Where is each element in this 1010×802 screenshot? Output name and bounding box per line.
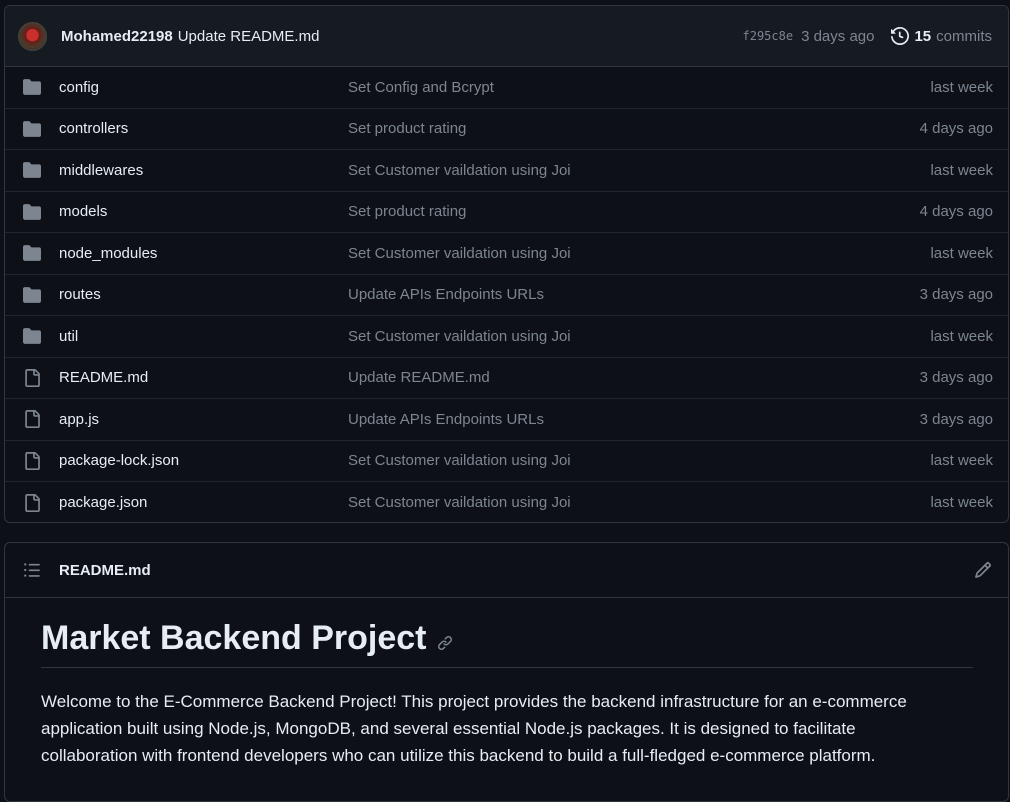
- file-commit-time: 4 days ago: [919, 203, 993, 221]
- file-row[interactable]: middlewares Set Customer vaildation using…: [5, 150, 1008, 192]
- file-row[interactable]: package.json Set Customer vaildation usin…: [5, 482, 1008, 522]
- file-commit-time: last week: [930, 244, 993, 262]
- commits-label[interactable]: commits: [936, 28, 992, 45]
- file-commit-time: 3 days ago: [919, 410, 993, 428]
- readme-panel: README.md Market Backend Project Welcome…: [4, 542, 1009, 802]
- pencil-icon[interactable]: [974, 561, 992, 579]
- file-commit-message[interactable]: Set Config and Bcrypt: [348, 79, 494, 96]
- file-commit-time: last week: [930, 452, 993, 470]
- folder-icon: [23, 78, 41, 96]
- folder-icon: [23, 161, 41, 179]
- list-icon[interactable]: [23, 561, 41, 579]
- file-name-link[interactable]: package-lock.json: [59, 452, 179, 469]
- file-commit-time: last week: [930, 327, 993, 345]
- file-name-link[interactable]: README.md: [59, 369, 148, 386]
- file-row[interactable]: config Set Config and Bcrypt last week: [5, 67, 1008, 109]
- history-icon[interactable]: [891, 27, 910, 45]
- file-commit-time: 3 days ago: [919, 286, 993, 304]
- file-row[interactable]: package-lock.json Set Customer vaildation…: [5, 441, 1008, 482]
- file-commit-time: last week: [930, 161, 993, 179]
- avatar[interactable]: [18, 21, 47, 51]
- latest-commit-bar: Mohamed22198 Update README.md f295c8e 3 …: [5, 6, 1008, 67]
- file-commit-message[interactable]: Set Customer vaildation using Joi: [348, 452, 571, 469]
- folder-icon: [23, 286, 41, 304]
- file-commit-time: last week: [930, 78, 993, 96]
- folder-icon: [23, 203, 41, 221]
- file-row[interactable]: node_modules Set Customer vaildation usin…: [5, 233, 1008, 275]
- link-icon[interactable]: [437, 635, 453, 651]
- file-commit-message[interactable]: Update APIs Endpoints URLs: [348, 286, 544, 303]
- folder-icon: [23, 327, 41, 345]
- readme-paragraph-line: application built using Node.js, MongoDB…: [41, 719, 856, 739]
- file-commit-message[interactable]: Set product rating: [348, 203, 466, 220]
- file-row[interactable]: routes Update APIs Endpoints URLs 3 days a…: [5, 275, 1008, 316]
- file-name-link[interactable]: node_modules: [59, 245, 157, 262]
- file-name-link[interactable]: routes: [59, 286, 101, 303]
- readme-body: Market Backend Project Welcome to the E-…: [5, 598, 1008, 769]
- file-commit-message[interactable]: Set product rating: [348, 120, 466, 137]
- file-icon: [23, 410, 41, 429]
- folder-icon: [23, 244, 41, 262]
- file-row[interactable]: README.md Update README.md 3 days ago: [5, 358, 1008, 399]
- file-name-link[interactable]: package.json: [59, 494, 147, 511]
- file-icon: [23, 451, 41, 470]
- file-row[interactable]: util Set Customer vaildation using Joi las…: [5, 316, 1008, 358]
- file-row[interactable]: models Set product rating 4 days ago: [5, 192, 1008, 233]
- file-name-link[interactable]: models: [59, 203, 107, 220]
- file-row[interactable]: controllers Set product rating 4 days ago: [5, 109, 1008, 150]
- file-commit-message[interactable]: Set Customer vaildation using Joi: [348, 162, 571, 179]
- readme-filename[interactable]: README.md: [59, 562, 151, 579]
- readme-paragraph-line: collaboration with frontend developers w…: [41, 746, 876, 766]
- readme-heading: Market Backend Project: [41, 619, 427, 657]
- file-list: config Set Config and Bcrypt last week cont…: [5, 67, 1008, 522]
- file-browser: Mohamed22198 Update README.md f295c8e 3 …: [4, 5, 1009, 523]
- file-name-link[interactable]: middlewares: [59, 162, 143, 179]
- file-commit-message[interactable]: Set Customer vaildation using Joi: [348, 328, 571, 345]
- commit-sha[interactable]: f295c8e: [743, 29, 794, 43]
- file-commit-message[interactable]: Update APIs Endpoints URLs: [348, 411, 544, 428]
- commit-message[interactable]: Update README.md: [178, 28, 320, 45]
- commit-author[interactable]: Mohamed22198: [61, 28, 173, 45]
- file-name-link[interactable]: util: [59, 328, 78, 345]
- folder-icon: [23, 120, 41, 138]
- file-commit-time: 4 days ago: [919, 120, 993, 138]
- file-name-link[interactable]: controllers: [59, 120, 128, 137]
- file-name-link[interactable]: config: [59, 79, 99, 96]
- readme-paragraph-line: Welcome to the E-Commerce Backend Projec…: [41, 692, 907, 712]
- file-commit-time: 3 days ago: [919, 369, 993, 387]
- file-commit-time: last week: [930, 494, 993, 512]
- file-icon: [23, 368, 41, 387]
- file-icon: [23, 493, 41, 512]
- file-commit-message[interactable]: Set Customer vaildation using Joi: [348, 494, 571, 511]
- readme-paragraph: Welcome to the E-Commerce Backend Projec…: [41, 688, 973, 769]
- commit-time: 3 days ago: [801, 27, 875, 45]
- file-row[interactable]: app.js Update APIs Endpoints URLs 3 days a…: [5, 399, 1008, 441]
- file-commit-message[interactable]: Set Customer vaildation using Joi: [348, 245, 571, 262]
- commits-count[interactable]: 15: [914, 28, 931, 45]
- file-commit-message[interactable]: Update README.md: [348, 369, 490, 386]
- file-name-link[interactable]: app.js: [59, 411, 99, 428]
- readme-header: README.md: [5, 543, 1008, 598]
